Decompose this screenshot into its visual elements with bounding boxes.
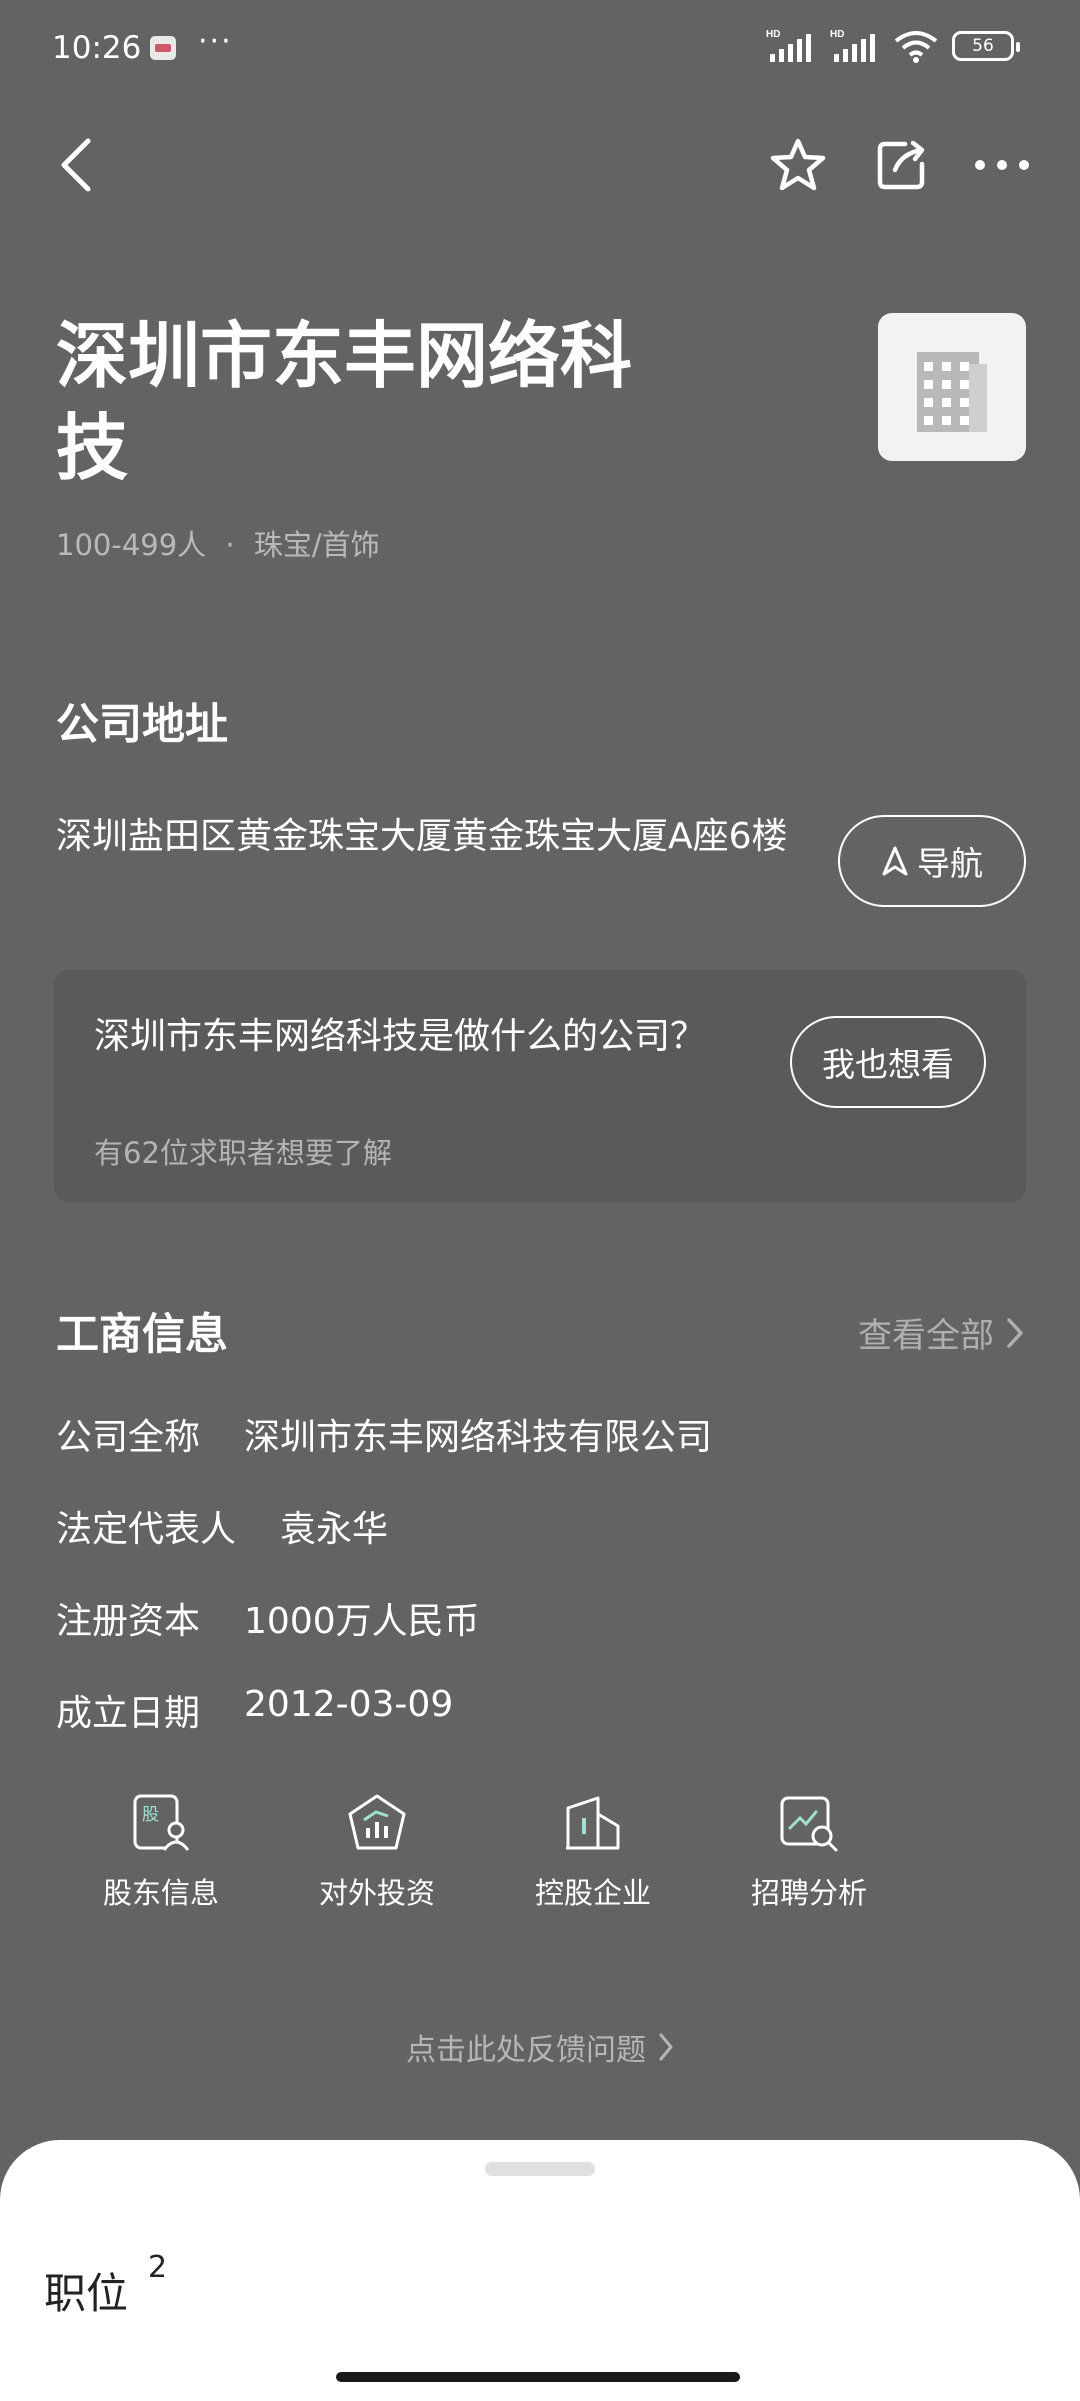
quick-links: 股 股东信息 对外投资 控股企业 招聘分析 bbox=[0, 1790, 1080, 1930]
back-button[interactable] bbox=[48, 130, 104, 200]
signal-1-icon: HD bbox=[766, 29, 811, 62]
meta-separator: · bbox=[225, 528, 235, 562]
status-bar: 10:26 ··· HD HD 56 bbox=[0, 0, 1080, 100]
company-meta: 100-499人 · 珠宝/首饰 bbox=[56, 522, 380, 564]
holding-company-icon bbox=[560, 1790, 626, 1856]
navigation-arrow-icon bbox=[882, 846, 908, 876]
info-value: 袁永华 bbox=[280, 1509, 389, 1550]
qa-question: 深圳市东丰网络科技是做什么的公司？ bbox=[94, 1016, 707, 1057]
favorite-button[interactable] bbox=[766, 130, 830, 200]
status-more-icon: ··· bbox=[198, 24, 233, 59]
info-row-full-name: 公司全称 深圳市东丰网络科技有限公司 bbox=[56, 1408, 712, 1460]
sheet-drag-handle[interactable] bbox=[485, 2162, 595, 2176]
recruitment-analysis-link[interactable]: 招聘分析 bbox=[714, 1790, 904, 1930]
back-icon bbox=[61, 138, 91, 192]
quick-link-label: 控股企业 bbox=[534, 1876, 651, 1910]
signal-1-hd-label: HD bbox=[766, 29, 780, 40]
chevron-right-icon bbox=[659, 2033, 673, 2061]
info-row-capital: 注册资本 1000万人民币 bbox=[56, 1592, 480, 1644]
investment-link[interactable]: 对外投资 bbox=[282, 1790, 472, 1930]
recruitment-analysis-icon bbox=[776, 1790, 842, 1856]
view-all-label: 查看全部 bbox=[858, 1316, 994, 1356]
business-info-title: 工商信息 bbox=[56, 1310, 228, 1360]
status-right-group: HD HD 56 bbox=[766, 28, 1020, 64]
share-button[interactable] bbox=[870, 130, 934, 200]
battery-icon: 56 bbox=[952, 31, 1020, 61]
quick-link-label: 股东信息 bbox=[102, 1876, 219, 1910]
signal-2-hd-label: HD bbox=[830, 29, 844, 40]
svg-text:股: 股 bbox=[142, 1805, 159, 1825]
shareholder-icon: 股 bbox=[128, 1790, 194, 1856]
address-section-title: 公司地址 bbox=[56, 700, 228, 750]
info-row-founded: 成立日期 2012-03-09 bbox=[56, 1684, 453, 1736]
status-time: 10:26 bbox=[52, 30, 142, 66]
company-logo bbox=[878, 313, 1026, 461]
home-indicator[interactable] bbox=[336, 2372, 740, 2382]
info-label: 注册资本 bbox=[56, 1601, 201, 1642]
wifi-icon bbox=[894, 31, 938, 63]
feedback-link[interactable]: 点击此处反馈问题 bbox=[0, 2025, 1080, 2069]
want-to-see-button[interactable]: 我也想看 bbox=[790, 1016, 986, 1108]
quick-link-label: 对外投资 bbox=[318, 1876, 435, 1910]
quick-link-label: 招聘分析 bbox=[750, 1876, 867, 1910]
chevron-right-icon bbox=[1007, 1317, 1023, 1348]
positions-bottom-sheet[interactable]: 职位 2 bbox=[0, 2140, 1080, 2401]
more-icon bbox=[975, 160, 1029, 170]
info-value: 深圳市东丰网络科技有限公司 bbox=[244, 1417, 713, 1458]
star-icon bbox=[770, 138, 826, 191]
company-name: 深圳市东丰网络科技 bbox=[56, 314, 633, 490]
building-icon bbox=[917, 352, 987, 432]
notification-app-icon bbox=[150, 36, 176, 60]
company-size: 100-499人 bbox=[56, 528, 207, 562]
positions-count: 2 bbox=[148, 2250, 168, 2285]
shareholder-info-link[interactable]: 股 股东信息 bbox=[66, 1790, 256, 1930]
positions-title: 职位 bbox=[44, 2269, 129, 2318]
info-value: 1000万人民币 bbox=[244, 1601, 480, 1642]
info-label: 公司全称 bbox=[56, 1417, 201, 1458]
signal-2-icon: HD bbox=[830, 29, 875, 62]
info-label: 成立日期 bbox=[56, 1693, 201, 1734]
holding-company-link[interactable]: 控股企业 bbox=[498, 1790, 688, 1930]
info-value: 2012-03-09 bbox=[244, 1684, 454, 1725]
top-bar bbox=[0, 120, 1080, 210]
company-industry: 珠宝/首饰 bbox=[253, 528, 380, 562]
info-label: 法定代表人 bbox=[56, 1509, 237, 1550]
navigate-button[interactable]: 导航 bbox=[838, 815, 1026, 907]
qa-interest-count: 有62位求职者想要了解 bbox=[94, 1136, 392, 1170]
investment-icon bbox=[344, 1790, 410, 1856]
share-icon bbox=[877, 140, 925, 190]
navigate-button-label: 导航 bbox=[917, 844, 983, 883]
company-question-card: 深圳市东丰网络科技是做什么的公司？ 有62位求职者想要了解 我也想看 bbox=[54, 970, 1026, 1202]
feedback-label: 点击此处反馈问题 bbox=[406, 2033, 646, 2068]
info-row-legal-rep: 法定代表人 袁永华 bbox=[56, 1500, 388, 1552]
more-button[interactable] bbox=[970, 130, 1034, 200]
company-address: 深圳盐田区黄金珠宝大厦黄金珠宝大厦A座6楼 bbox=[56, 816, 788, 857]
view-all-link[interactable]: 查看全部 bbox=[858, 1308, 1024, 1357]
